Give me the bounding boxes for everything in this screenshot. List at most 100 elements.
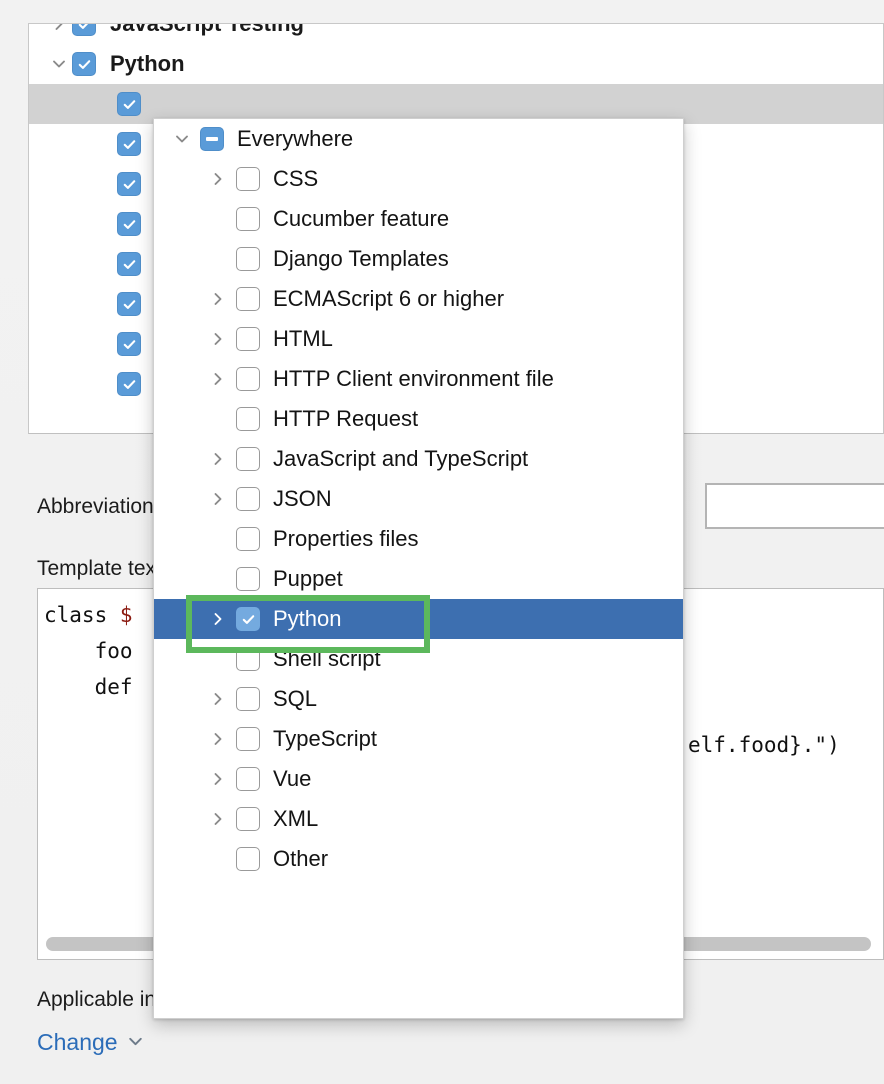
chevron-right-icon[interactable] [46, 23, 72, 32]
popup-item-sql[interactable]: SQL [154, 679, 683, 719]
screen-root: JavaScript Testing Python [0, 0, 884, 1084]
chevron-right-icon[interactable] [200, 611, 236, 627]
indeterminate-dash-icon [206, 137, 218, 141]
template-text-label: Template text: [37, 557, 168, 581]
popup-item-label: XML [273, 806, 318, 832]
tree-checkbox-child[interactable] [117, 332, 141, 356]
popup-checkbox-xml[interactable] [236, 807, 260, 831]
popup-checkbox-everywhere[interactable] [200, 127, 224, 151]
tree-checkbox-child[interactable] [117, 252, 141, 276]
tree-checkbox-child[interactable] [117, 212, 141, 236]
popup-item-puppet[interactable]: Puppet [154, 559, 683, 599]
chevron-right-icon[interactable] [200, 171, 236, 187]
code-fragment-right: elf.food}.") [688, 733, 840, 757]
popup-checkbox-cucumber-feature[interactable] [236, 207, 260, 231]
popup-item-cucumber-feature[interactable]: Cucumber feature [154, 199, 683, 239]
popup-item-label: Everywhere [237, 126, 353, 152]
expander-placeholder [200, 531, 236, 547]
code-line-1-prefix: class [44, 603, 120, 627]
expander-placeholder [200, 651, 236, 667]
tree-checkbox-child[interactable] [117, 172, 141, 196]
popup-item-label: Other [273, 846, 328, 872]
popup-item-label: Vue [273, 766, 311, 792]
popup-checkbox-css[interactable] [236, 167, 260, 191]
code-line-2: foo [95, 639, 133, 663]
chevron-down-icon[interactable] [46, 56, 72, 72]
chevron-right-icon[interactable] [200, 491, 236, 507]
tree-checkbox-javascript-testing[interactable] [72, 23, 96, 36]
popup-item-label: ECMAScript 6 or higher [273, 286, 504, 312]
popup-checkbox-javascript-and-typescript[interactable] [236, 447, 260, 471]
chevron-right-icon[interactable] [200, 731, 236, 747]
popup-item-label: HTML [273, 326, 333, 352]
chevron-right-icon[interactable] [200, 331, 236, 347]
popup-item-label: Puppet [273, 566, 343, 592]
popup-checkbox-puppet[interactable] [236, 567, 260, 591]
chevron-right-icon[interactable] [200, 811, 236, 827]
popup-item-django-templates[interactable]: Django Templates [154, 239, 683, 279]
abbreviation-label: Abbreviation: [37, 495, 160, 519]
applicable-contexts-popup[interactable]: Everywhere CSS Cucumber feature Django Temp… [153, 118, 684, 1019]
chevron-right-icon[interactable] [200, 691, 236, 707]
expander-placeholder [200, 251, 236, 267]
popup-checkbox-shell-script[interactable] [236, 647, 260, 671]
popup-item-label: Django Templates [273, 246, 449, 272]
popup-item-label: Properties files [273, 526, 419, 552]
chevron-right-icon[interactable] [200, 451, 236, 467]
popup-item-css[interactable]: CSS [154, 159, 683, 199]
popup-checkbox-json[interactable] [236, 487, 260, 511]
popup-item-label: Shell script [273, 646, 381, 672]
popup-item-label: CSS [273, 166, 318, 192]
abbreviation-input[interactable] [705, 483, 884, 529]
popup-item-json[interactable]: JSON [154, 479, 683, 519]
code-line-3: def [95, 675, 133, 699]
popup-checkbox-properties-files[interactable] [236, 527, 260, 551]
chevron-right-icon[interactable] [200, 771, 236, 787]
popup-item-html[interactable]: HTML [154, 319, 683, 359]
popup-item-everywhere[interactable]: Everywhere [154, 119, 683, 159]
chevron-right-icon[interactable] [200, 291, 236, 307]
popup-item-vue[interactable]: Vue [154, 759, 683, 799]
popup-item-label: JavaScript and TypeScript [273, 446, 528, 472]
popup-item-python[interactable]: Python [154, 599, 683, 639]
change-link-label: Change [37, 1029, 118, 1056]
tree-row-javascript-testing[interactable]: JavaScript Testing [29, 23, 883, 44]
popup-item-other[interactable]: Other [154, 839, 683, 879]
expander-placeholder [200, 211, 236, 227]
tree-checkbox-child[interactable] [117, 372, 141, 396]
popup-checkbox-other[interactable] [236, 847, 260, 871]
change-link[interactable]: Change [37, 1029, 144, 1056]
tree-row-python[interactable]: Python [29, 44, 883, 84]
popup-checkbox-sql[interactable] [236, 687, 260, 711]
popup-checkbox-vue[interactable] [236, 767, 260, 791]
tree-checkbox-child[interactable] [117, 132, 141, 156]
popup-item-label: TypeScript [273, 726, 377, 752]
popup-checkbox-http-request[interactable] [236, 407, 260, 431]
popup-item-xml[interactable]: XML [154, 799, 683, 839]
tree-label-javascript-testing: JavaScript Testing [110, 23, 304, 37]
popup-checkbox-django-templates[interactable] [236, 247, 260, 271]
chevron-right-icon[interactable] [200, 371, 236, 387]
popup-checkbox-http-client-environment-file[interactable] [236, 367, 260, 391]
popup-item-label: HTTP Client environment file [273, 366, 554, 392]
popup-item-shell-script[interactable]: Shell script [154, 639, 683, 679]
popup-item-properties-files[interactable]: Properties files [154, 519, 683, 559]
popup-item-http-request[interactable]: HTTP Request [154, 399, 683, 439]
code-template-variable: $ [120, 603, 133, 627]
popup-item-label: JSON [273, 486, 332, 512]
popup-checkbox-html[interactable] [236, 327, 260, 351]
popup-item-typescript[interactable]: TypeScript [154, 719, 683, 759]
popup-item-http-client-environment-file[interactable]: HTTP Client environment file [154, 359, 683, 399]
tree-checkbox-child[interactable] [117, 92, 141, 116]
chevron-down-icon[interactable] [164, 131, 200, 147]
popup-item-javascript-and-typescript[interactable]: JavaScript and TypeScript [154, 439, 683, 479]
tree-checkbox-python[interactable] [72, 52, 96, 76]
expander-placeholder [200, 411, 236, 427]
popup-item-label: Cucumber feature [273, 206, 449, 232]
popup-item-label: HTTP Request [273, 406, 418, 432]
popup-checkbox-ecmascript-6-or-higher[interactable] [236, 287, 260, 311]
tree-checkbox-child[interactable] [117, 292, 141, 316]
popup-checkbox-python[interactable] [236, 607, 260, 631]
popup-checkbox-typescript[interactable] [236, 727, 260, 751]
popup-item-ecmascript-6-or-higher[interactable]: ECMAScript 6 or higher [154, 279, 683, 319]
